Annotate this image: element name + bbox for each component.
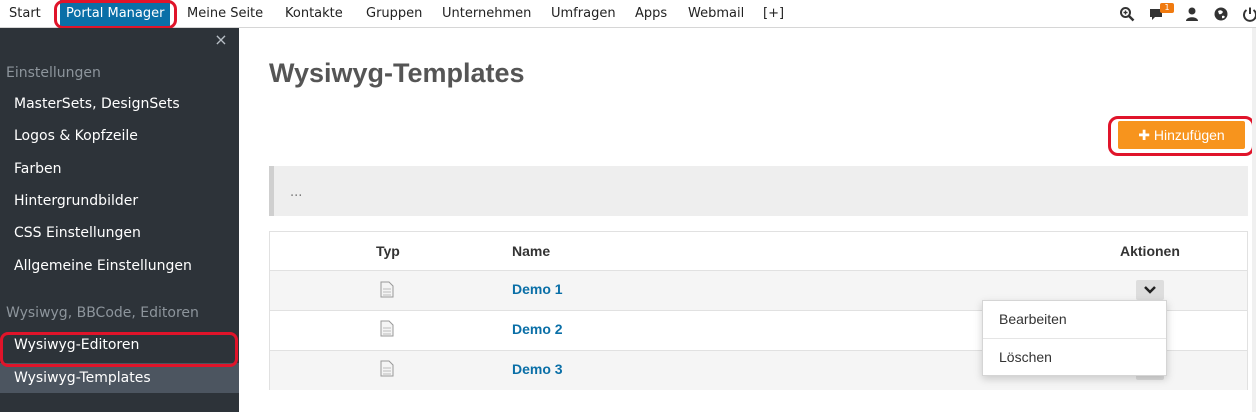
sidebar-section-wysiwyg: Wysiwyg, BBCode, Editoren [6,305,199,321]
chevron-down-icon [1144,286,1156,294]
filter-text: ... [290,185,303,200]
actions-toggle-button[interactable] [1136,280,1164,300]
column-header-typ: Typ [376,243,400,259]
nav-item-meine-seite[interactable]: Meine Seite [187,0,263,27]
nav-item-add-more[interactable]: [+] [763,0,784,27]
sidebar-item-farben[interactable]: Farben [0,154,239,184]
globe-icon[interactable] [1213,6,1229,22]
close-icon[interactable]: × [213,32,229,48]
power-icon[interactable] [1242,6,1256,22]
page-title: Wysiwyg-Templates [269,58,525,88]
highlight-add-button [1108,116,1255,156]
scrollbar[interactable] [1252,28,1256,412]
nav-item-webmail[interactable]: Webmail [688,0,744,27]
actions-dropdown-menu: Bearbeiten Löschen [982,300,1167,376]
nav-item-umfragen[interactable]: Umfragen [551,0,616,27]
menu-item-loeschen[interactable]: Löschen [983,339,1166,376]
sidebar-item-mastersets[interactable]: MasterSets, DesignSets [0,89,239,119]
template-link-demo-2[interactable]: Demo 2 [512,321,563,337]
highlight-portal-manager [54,0,177,29]
search-zoom-icon[interactable] [1119,6,1135,22]
template-link-demo-3[interactable]: Demo 3 [512,361,563,377]
highlight-wysiwyg-templates [0,332,238,367]
sidebar-item-css[interactable]: CSS Einstellungen [0,218,239,248]
nav-item-start[interactable]: Start [9,0,41,27]
nav-item-kontakte[interactable]: Kontakte [285,0,343,27]
nav-item-gruppen[interactable]: Gruppen [366,0,422,27]
filter-panel [269,166,1248,216]
document-icon [380,320,394,337]
nav-item-unternehmen[interactable]: Unternehmen [442,0,531,27]
sidebar-item-hintergrundbilder[interactable]: Hintergrundbilder [0,186,239,216]
sidebar-item-allgemein[interactable]: Allgemeine Einstellungen [0,251,239,281]
notification-badge: 1 [1160,3,1174,13]
document-icon [380,281,394,298]
nav-item-apps[interactable]: Apps [635,0,667,27]
user-icon[interactable] [1184,6,1200,22]
column-header-aktionen: Aktionen [1120,243,1180,259]
top-navigation-bar: Start Portal Manager Meine Seite Kontakt… [0,0,1256,28]
template-link-demo-1[interactable]: Demo 1 [512,281,563,297]
sidebar-item-logos[interactable]: Logos & Kopfzeile [0,121,239,151]
sidebar-section-einstellungen: Einstellungen [6,65,101,81]
menu-item-bearbeiten[interactable]: Bearbeiten [983,301,1166,338]
document-icon [380,360,394,377]
sidebar-item-wysiwyg-templates[interactable]: Wysiwyg-Templates [0,363,239,393]
column-header-name: Name [512,243,551,259]
